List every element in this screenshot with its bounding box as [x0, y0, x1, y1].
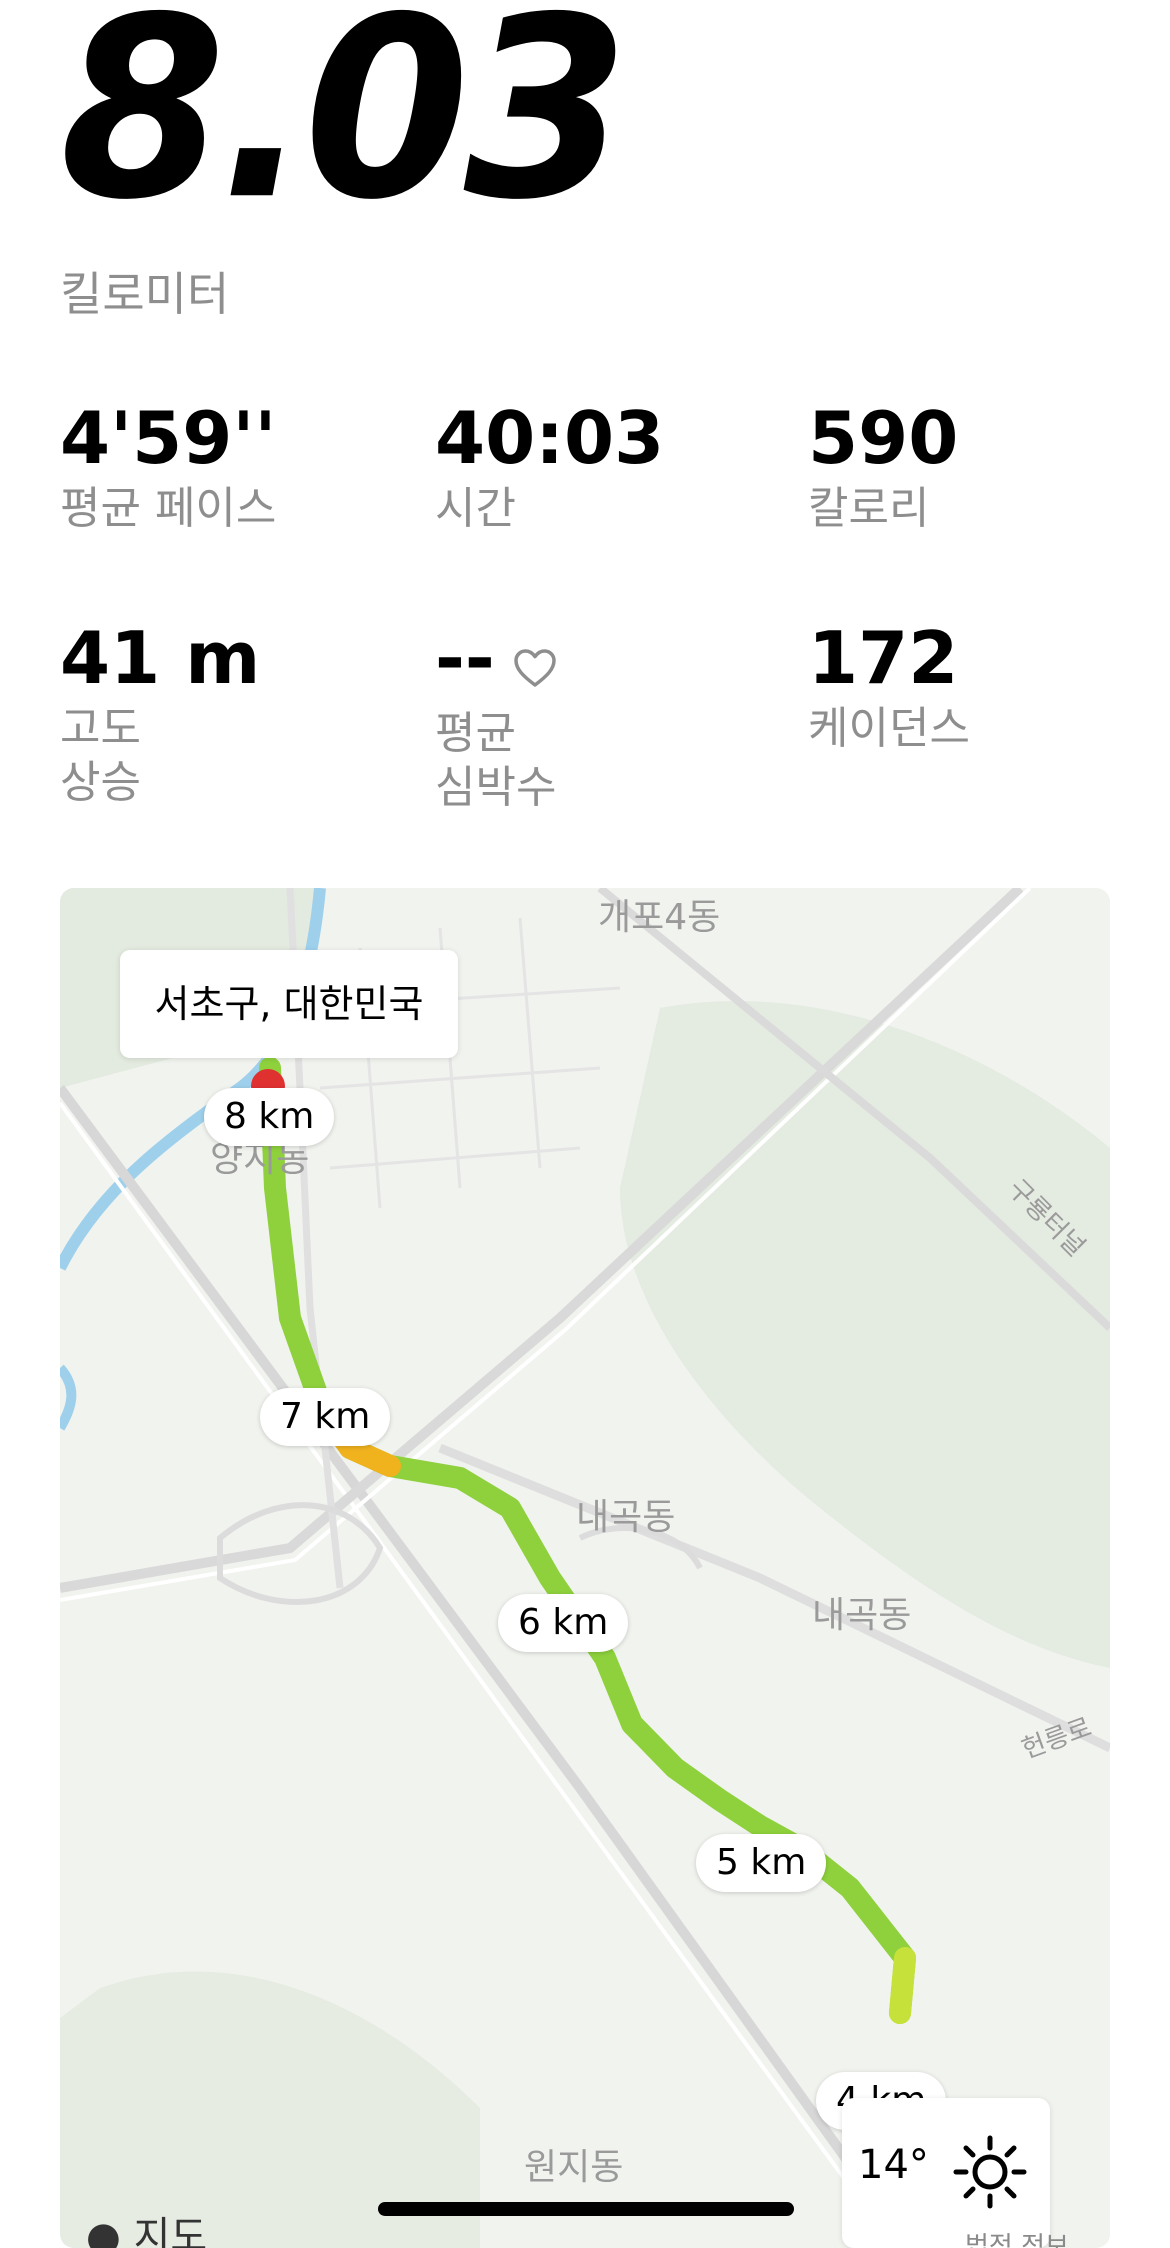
route-map[interactable]: 서초구, 대한민국 개포4동 양지동 내곡동 내곡동 원지동 구룡터널 헌릉로 … [60, 888, 1110, 2248]
place-label: 내곡동 [576, 1497, 676, 1538]
stat-value: -- [435, 616, 495, 700]
stat-elevation-gain: 41 m 고도 상승 [60, 618, 420, 810]
stat-calories: 590 칼로리 [808, 398, 1168, 536]
stat-time: 40:03 시간 [435, 398, 795, 536]
km-marker[interactable]: 8 km [204, 1088, 335, 1146]
km-marker[interactable]: 5 km [696, 1834, 827, 1892]
weather-temp: 14° [858, 2142, 929, 2188]
stat-label: 평균 심박수 [435, 708, 557, 814]
stat-cadence: 172 케이던스 [808, 618, 1168, 756]
legal-link[interactable]: 법적 정보 [965, 2226, 1069, 2248]
km-marker[interactable]: 6 km [498, 1594, 629, 1652]
stat-label: 케이던스 [808, 703, 970, 754]
km-marker[interactable]: 7 km [260, 1388, 391, 1446]
stat-value: 4'59'' [60, 396, 277, 480]
stat-value: 40:03 [435, 396, 665, 480]
stat-value-row: -- [435, 618, 795, 703]
stat-label: 시간 [435, 483, 516, 534]
stat-avg-heart-rate: -- 평균 심박수 [435, 618, 795, 815]
heart-icon [513, 623, 557, 703]
stat-value: 172 [808, 616, 959, 700]
place-label: 원지동 [524, 2147, 624, 2188]
distance-value: 8.03 [60, 0, 629, 256]
maps-attribution-label: 지도 [133, 2214, 208, 2248]
stat-avg-pace: 4'59'' 평균 페이스 [60, 398, 420, 536]
stat-label: 칼로리 [808, 483, 930, 534]
stat-label: 고도 상승 [60, 703, 141, 808]
distance-unit: 킬로미터 [60, 267, 230, 321]
stat-value: 590 [808, 396, 959, 480]
stat-value: 41 m [60, 616, 261, 700]
home-indicator[interactable] [378, 2202, 794, 2216]
maps-attribution[interactable]: ● 지도 [86, 2204, 207, 2248]
apple-logo-icon: ● [86, 2214, 121, 2248]
location-card[interactable]: 서초구, 대한민국 [120, 950, 458, 1058]
stat-label: 평균 페이스 [60, 483, 277, 534]
place-label: 내곡동 [812, 1595, 912, 1636]
place-label: 개포4동 [598, 897, 721, 938]
